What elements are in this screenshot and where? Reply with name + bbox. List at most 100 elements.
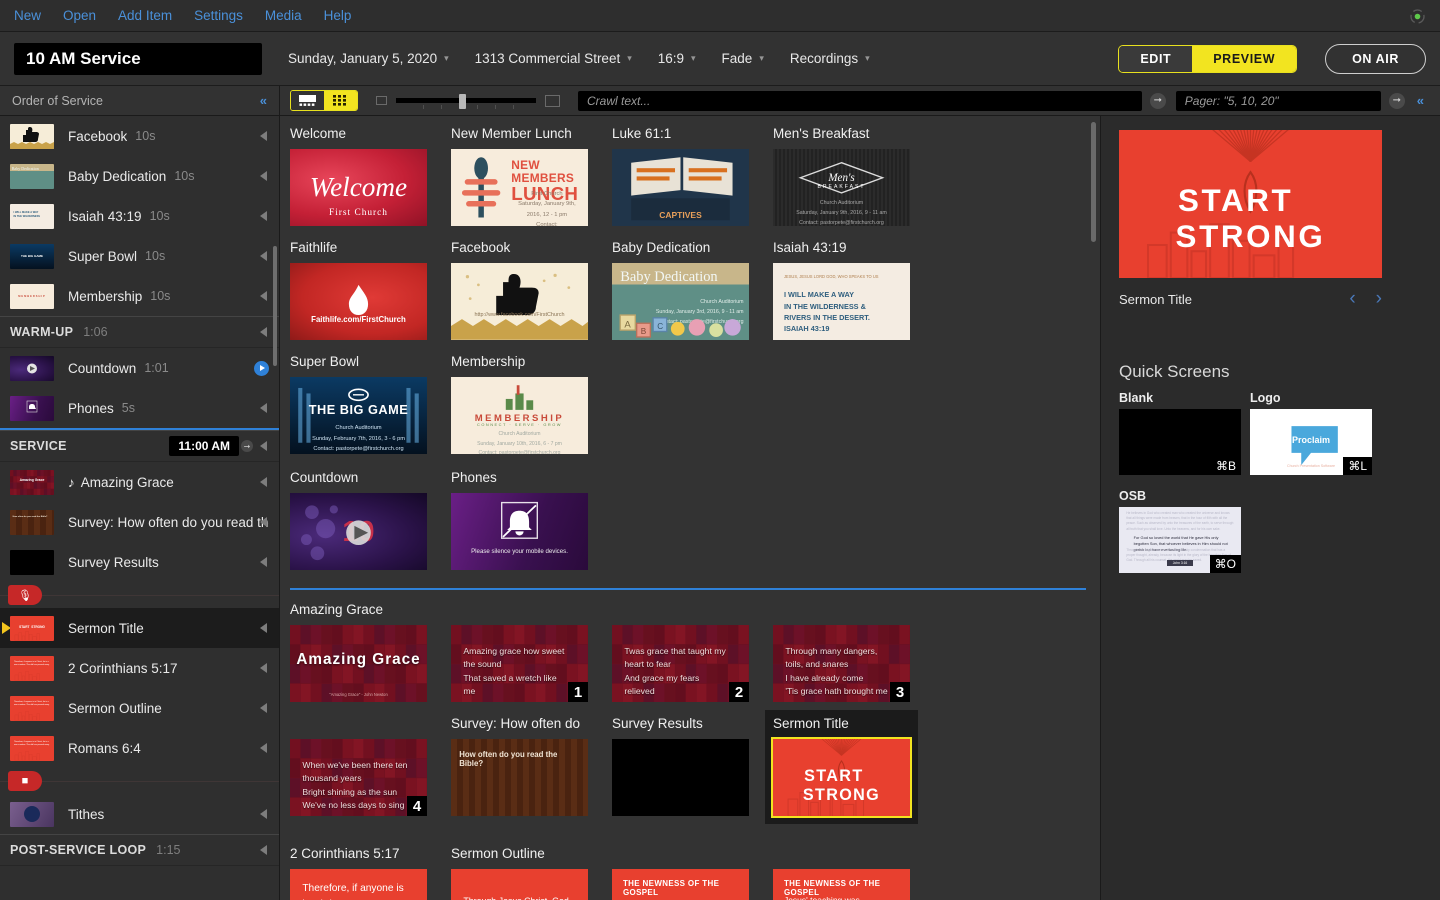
slide-thumbnail[interactable]: MEMBERSHIP CONNECT · SERVE · GROW Church A…: [451, 377, 588, 454]
sidebar-item-amazing-grace[interactable]: Amazing Grace ♪ Amazing Grace: [0, 462, 279, 502]
slide-cell[interactable]: Faithlife Faithlife.com/FirstChurch: [290, 240, 451, 340]
aspect-ratio-dropdown[interactable]: 16:9 ▾: [658, 51, 696, 66]
previous-slide-icon[interactable]: ‹: [1349, 288, 1355, 310]
audio-icon[interactable]: [260, 291, 267, 301]
slide-cell[interactable]: Amazing Grace Amazing Grace "Amazing Grace…: [290, 602, 451, 702]
slide-grid-panel[interactable]: Welcome Welcome First Church New Member Lun…: [280, 116, 1100, 900]
collapse-right-panel-icon[interactable]: «: [1417, 93, 1424, 108]
slide-thumbnail[interactable]: Through Jesus Christ, God has madepossib…: [451, 869, 588, 900]
grid-view-icon[interactable]: [324, 91, 357, 110]
sidebar-item-survey-results[interactable]: Survey Results: [0, 542, 279, 582]
sidebar-item-survey-how-often-do-you-read[interactable]: How often do you read the Bible? Survey: …: [0, 502, 279, 542]
sidebar-item-baby-dedication[interactable]: Baby Dedication Baby Dedication 10s: [0, 156, 279, 196]
audio-icon[interactable]: [260, 557, 267, 567]
audio-icon[interactable]: [260, 211, 267, 221]
sidebar-item-2-corinthians-5-17[interactable]: Therefore, if anyone is in Christ, he is…: [0, 648, 279, 688]
slide-thumbnail[interactable]: Men's BREAKFAST Church Auditorium Saturday,…: [773, 149, 910, 226]
sidebar-scrollbar[interactable]: [273, 246, 277, 366]
slide-cell[interactable]: 2 Corinthians 5:17 Therefore, if anyone i…: [290, 846, 451, 900]
slide-cell[interactable]: Super Bowl THE BIG GAME Church Auditorium S…: [290, 354, 451, 454]
list-view-icon[interactable]: [291, 91, 324, 110]
sidebar-section-warm-up[interactable]: WARM-UP 1:06: [0, 316, 279, 348]
mic-marker-badge[interactable]: 🎙: [8, 585, 42, 605]
slide-thumbnail[interactable]: CAPTIVES: [612, 149, 749, 226]
slide-thumbnail[interactable]: How often do you read the Bible?: [451, 739, 588, 816]
slide-cell[interactable]: Survey: How often do How often do you rea…: [451, 716, 612, 832]
slide-cell[interactable]: Sermon Title STARTSTRONG: [765, 710, 934, 832]
audio-icon[interactable]: [260, 743, 267, 753]
slide-thumbnail[interactable]: NEW MEMBERS LUNCH First Church Saturday, Ja…: [451, 149, 588, 226]
crawl-text-input[interactable]: Crawl text...: [578, 90, 1142, 111]
section-start-time[interactable]: 11:00 AM: [169, 436, 239, 456]
grid-scrollbar[interactable]: [1091, 122, 1096, 242]
recordings-dropdown[interactable]: Recordings ▾: [790, 51, 870, 66]
slide-thumbnail[interactable]: THE NEWNESS OF THE GOSPEL2: [612, 869, 749, 900]
next-slide-icon[interactable]: ›: [1376, 288, 1382, 310]
menu-item-settings[interactable]: Settings: [194, 8, 243, 23]
play-icon[interactable]: [254, 360, 269, 376]
sidebar-item-facebook[interactable]: Facebook 10s: [0, 116, 279, 156]
edit-mode-button[interactable]: EDIT: [1119, 45, 1193, 72]
pager-send-icon[interactable]: ➞: [1388, 92, 1405, 109]
menu-item-add-item[interactable]: Add Item: [118, 8, 172, 23]
slide-thumbnail[interactable]: When we've been there ten thousand years…: [290, 739, 427, 816]
slide-cell[interactable]: Through many dangers, toils, and snares I…: [773, 602, 934, 702]
slide-thumbnail[interactable]: Faithlife.com/FirstChurch: [290, 263, 427, 340]
slide-cell[interactable]: THE NEWNESS OF THE GOSPEL2: [612, 846, 773, 900]
slide-cell[interactable]: Phones Please silence your mobile devices…: [451, 470, 612, 570]
mic-marker[interactable]: 🎙: [0, 582, 279, 608]
audio-icon[interactable]: [260, 845, 267, 855]
sidebar-section-service[interactable]: SERVICE 11:00 AM ➞: [0, 430, 279, 462]
audio-icon[interactable]: [260, 477, 267, 487]
slide-thumbnail[interactable]: Therefore, if anyone is in Christ,he is …: [290, 869, 427, 900]
sync-status-icon[interactable]: [1409, 8, 1426, 25]
slide-thumbnail[interactable]: Baby Dedication Church Auditorium Sunday, …: [612, 263, 749, 340]
slide-cell[interactable]: THE NEWNESS OF THE GOSPEL Jesus' teaching…: [773, 846, 934, 900]
sidebar-item-countdown[interactable]: Countdown 1:01: [0, 348, 279, 388]
slide-thumbnail[interactable]: Amazing grace how sweet the sound That sa…: [451, 625, 588, 702]
slide-cell[interactable]: When we've been there ten thousand years…: [290, 716, 451, 832]
slide-thumbnail[interactable]: Twas grace that taught my heart to fear A…: [612, 625, 749, 702]
collapse-sidebar-icon[interactable]: «: [260, 93, 267, 108]
audio-icon[interactable]: [260, 327, 267, 337]
slide-thumbnail[interactable]: THE NEWNESS OF THE GOSPEL Jesus' teaching…: [773, 869, 910, 900]
audio-icon[interactable]: [260, 171, 267, 181]
slide-thumbnail[interactable]: STARTSTRONG: [771, 737, 912, 818]
audio-icon[interactable]: [260, 441, 267, 451]
slide-cell[interactable]: Twas grace that taught my heart to fear A…: [612, 602, 773, 702]
slide-cell[interactable]: Membership MEMBERSHIP CONNECT · SERVE · GR…: [451, 354, 612, 454]
slide-cell[interactable]: Welcome Welcome First Church: [290, 126, 451, 226]
slide-thumbnail[interactable]: 10: [290, 493, 427, 570]
quick-screen-logo[interactable]: Logo Proclaim Church Presentation Software…: [1250, 391, 1381, 475]
crawl-send-icon[interactable]: ➞: [1149, 92, 1166, 109]
section-go-icon[interactable]: ➞: [241, 440, 253, 452]
sidebar-item-romans-6-4[interactable]: Therefore, if anyone is in Christ, he is…: [0, 728, 279, 768]
thumbnail-size-slider[interactable]: [396, 93, 536, 109]
location-dropdown[interactable]: 1313 Commercial Street ▾: [475, 51, 632, 66]
menu-item-open[interactable]: Open: [63, 8, 96, 23]
preview-mode-button[interactable]: PREVIEW: [1192, 45, 1297, 72]
large-thumbnail-icon[interactable]: [545, 94, 560, 107]
view-mode-toggle[interactable]: [290, 90, 358, 111]
slide-thumbnail[interactable]: Through many dangers, toils, and snares I…: [773, 625, 910, 702]
quick-screen-blank[interactable]: Blank ⌘B: [1119, 391, 1250, 475]
audio-icon[interactable]: [260, 809, 267, 819]
sidebar-item-sermon-title[interactable]: START STRONG Sermon Title: [0, 608, 279, 648]
audio-icon[interactable]: [260, 663, 267, 673]
sidebar-item-sermon-outline[interactable]: Therefore, if anyone is in Christ, he is…: [0, 688, 279, 728]
slider-handle[interactable]: [459, 93, 466, 109]
small-thumbnail-icon[interactable]: [376, 96, 387, 105]
audio-icon[interactable]: [260, 703, 267, 713]
quick-screen-thumbnail[interactable]: Proclaim Church Presentation Software ⌘L: [1250, 409, 1372, 475]
audio-icon[interactable]: [260, 251, 267, 261]
mode-toggle[interactable]: EDIT PREVIEW: [1118, 44, 1298, 73]
stop-marker[interactable]: ■: [0, 768, 279, 794]
slide-cell[interactable]: Facebook http://www.facebook.com/FirstChu…: [451, 240, 612, 340]
sidebar-item-membership[interactable]: MEMBERSHIP Membership 10s: [0, 276, 279, 316]
menu-item-new[interactable]: New: [14, 8, 41, 23]
slide-cell[interactable]: Amazing grace how sweet the sound That sa…: [451, 602, 612, 702]
menu-item-help[interactable]: Help: [324, 8, 352, 23]
audio-icon[interactable]: [260, 403, 267, 413]
sidebar-item-isaiah-43-19[interactable]: I WILL MAKE A WAY IN THE WILDERNESS Isaiah…: [0, 196, 279, 236]
sidebar-item-phones[interactable]: Phones 5s: [0, 388, 279, 428]
